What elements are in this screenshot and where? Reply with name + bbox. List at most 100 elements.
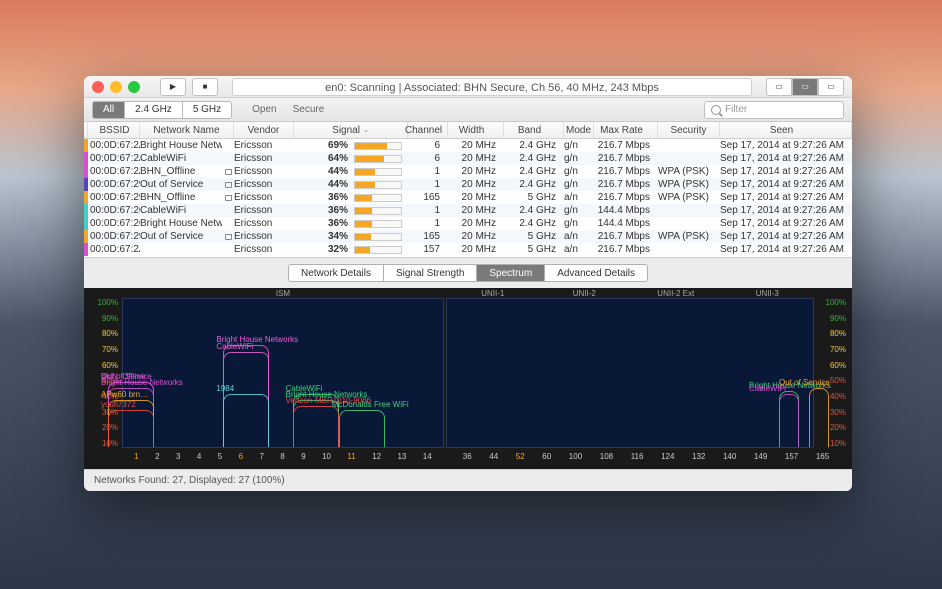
- cell-width: 20 MHz: [448, 179, 504, 190]
- filter-24ghz[interactable]: 2.4 GHz: [125, 101, 183, 119]
- cell-name: BHN_Offline: [140, 192, 222, 203]
- table-row[interactable]: 00:0D:67:2C…Bright House NetworksEricsso…: [84, 217, 852, 230]
- filter-all[interactable]: All: [92, 101, 125, 119]
- cell-signal-bar: [354, 233, 408, 241]
- cell-band: 2.4 GHz: [504, 140, 564, 151]
- cell-security: WPA (PSK): [658, 192, 720, 203]
- col-bssid[interactable]: BSSID: [88, 122, 140, 138]
- cell-width: 20 MHz: [448, 166, 504, 177]
- cell-width: 20 MHz: [448, 153, 504, 164]
- plot-titles-5: UNII-1UNII-2UNII-2 ExtUNII-3: [447, 289, 813, 298]
- view-mode-3[interactable]: ▭: [818, 78, 844, 96]
- cell-rate: 216.7 Mbps: [594, 153, 658, 164]
- spectrum-network-label: Bright House Networks: [101, 378, 183, 387]
- tab-advanced-details[interactable]: Advanced Details: [545, 264, 648, 282]
- cell-band: 2.4 GHz: [504, 153, 564, 164]
- cell-vendor: Ericsson: [234, 179, 294, 190]
- cell-lock: [222, 182, 234, 188]
- cell-mode: g/n: [564, 179, 594, 190]
- col-band[interactable]: Band: [504, 122, 564, 138]
- table-row[interactable]: 00:0D:67:2A…Bright House NetworksEricsso…: [84, 139, 852, 152]
- cell-seen: Sep 17, 2014 at 9:27:26 AM: [720, 244, 852, 255]
- cell-channel: 1: [408, 218, 448, 229]
- filter-secure[interactable]: Secure: [285, 104, 333, 115]
- search-input[interactable]: Filter: [704, 101, 844, 119]
- cell-channel: 157: [408, 244, 448, 255]
- spectrum-network-label: APw60 brn…: [101, 390, 148, 399]
- col-width[interactable]: Width: [448, 122, 504, 138]
- cell-channel: 6: [408, 140, 448, 151]
- cell-seen: Sep 17, 2014 at 9:27:26 AM: [720, 218, 852, 229]
- cell-rate: 216.7 Mbps: [594, 179, 658, 190]
- cell-band: 2.4 GHz: [504, 218, 564, 229]
- view-mode-2[interactable]: ▭: [792, 78, 818, 96]
- cell-bssid: 00:0D:67:2A…: [88, 166, 140, 177]
- cell-lock: [222, 169, 234, 175]
- play-button[interactable]: ▶: [160, 78, 186, 96]
- col-signal[interactable]: Signal⌄: [294, 122, 408, 138]
- titlebar-status: en0: Scanning | Associated: BHN Secure, …: [232, 78, 752, 96]
- cell-name: Out of Service: [140, 179, 222, 190]
- col-channel[interactable]: Channel: [408, 122, 448, 138]
- table-row[interactable]: 00:0D:67:2C…CableWiFiEricsson36%120 MHz2…: [84, 204, 852, 217]
- col-vendor[interactable]: Vendor: [234, 122, 294, 138]
- cell-seen: Sep 17, 2014 at 9:27:26 AM: [720, 179, 852, 190]
- stop-button[interactable]: ■: [192, 78, 218, 96]
- cell-band: 2.4 GHz: [504, 166, 564, 177]
- table-row[interactable]: 00:0D:67:29…BHN_OfflineEricsson36%16520 …: [84, 191, 852, 204]
- col-rate[interactable]: Max Rate: [594, 122, 658, 138]
- cell-signal: 32%: [294, 244, 354, 255]
- cell-seen: Sep 17, 2014 at 9:27:26 AM: [720, 153, 852, 164]
- table-row[interactable]: 00:0D:67:2A…Ericsson32%15720 MHz5 GHza/n…: [84, 243, 852, 256]
- sort-indicator-icon: ⌄: [363, 126, 369, 134]
- minimize-button[interactable]: [110, 81, 122, 93]
- cell-width: 20 MHz: [448, 205, 504, 216]
- cell-rate: 144.4 Mbps: [594, 205, 658, 216]
- cell-rate: 216.7 Mbps: [594, 192, 658, 203]
- spectrum-network-shape: [779, 394, 799, 447]
- table-row[interactable]: 00:0D:67:29…Out of ServiceEricsson34%165…: [84, 230, 852, 243]
- filter-open[interactable]: Open: [244, 104, 284, 115]
- cell-seen: Sep 17, 2014 at 9:27:26 AM: [720, 166, 852, 177]
- cell-mode: a/n: [564, 244, 594, 255]
- col-security[interactable]: Security: [658, 122, 720, 138]
- cell-security: WPA (PSK): [658, 179, 720, 190]
- tab-signal-strength[interactable]: Signal Strength: [384, 264, 477, 282]
- cell-bssid: 00:0D:67:2C…: [88, 205, 140, 216]
- col-mode[interactable]: Mode: [564, 122, 594, 138]
- cell-signal-bar: [354, 194, 408, 202]
- xaxis-24: 1234567891011121314: [122, 452, 444, 461]
- plot-24ghz: ISM Bright House NetworksCableWiFiBHN_Of…: [122, 298, 444, 448]
- cell-signal: 36%: [294, 218, 354, 229]
- networks-table: BSSID Network Name Vendor Signal⌄ Channe…: [84, 122, 852, 257]
- tab-spectrum[interactable]: Spectrum: [477, 264, 545, 282]
- cell-width: 20 MHz: [448, 218, 504, 229]
- cell-name: Out of Service: [140, 231, 222, 242]
- lock-icon: [225, 182, 232, 188]
- status-text: Networks Found: 27, Displayed: 27 (100%): [94, 475, 285, 486]
- col-name[interactable]: Network Name: [140, 122, 234, 138]
- table-row[interactable]: 00:0D:67:29…Out of ServiceEricsson44%120…: [84, 178, 852, 191]
- cell-lock: [222, 195, 234, 201]
- plot-5ghz: UNII-1UNII-2UNII-2 ExtUNII-3 Bright Hous…: [446, 298, 814, 448]
- cell-width: 20 MHz: [448, 231, 504, 242]
- cell-signal: 69%: [294, 140, 354, 151]
- tab-network-details[interactable]: Network Details: [288, 264, 384, 282]
- table-row[interactable]: 00:0D:67:2A…BHN_OfflineEricsson44%120 MH…: [84, 165, 852, 178]
- cell-bssid: 00:0D:67:2A…: [88, 140, 140, 151]
- col-seen[interactable]: Seen: [720, 122, 852, 138]
- plot-title-24: ISM: [123, 289, 443, 298]
- table-body[interactable]: 00:0D:67:2A…Bright House NetworksEricsso…: [84, 139, 852, 257]
- cell-signal-bar: [354, 142, 408, 150]
- cell-width: 20 MHz: [448, 140, 504, 151]
- cell-mode: g/n: [564, 205, 594, 216]
- spectrum-view: 100%90%80%70%60%50%40%30%20%10% ISM Brig…: [84, 288, 852, 469]
- cell-vendor: Ericsson: [234, 166, 294, 177]
- close-button[interactable]: [92, 81, 104, 93]
- cell-signal-bar: [354, 207, 408, 215]
- maximize-button[interactable]: [128, 81, 140, 93]
- view-mode-1[interactable]: ▭: [766, 78, 792, 96]
- spectrum-network-shape: [223, 394, 269, 447]
- filter-5ghz[interactable]: 5 GHz: [183, 101, 232, 119]
- table-row[interactable]: 00:0D:67:2A…CableWiFiEricsson64%620 MHz2…: [84, 152, 852, 165]
